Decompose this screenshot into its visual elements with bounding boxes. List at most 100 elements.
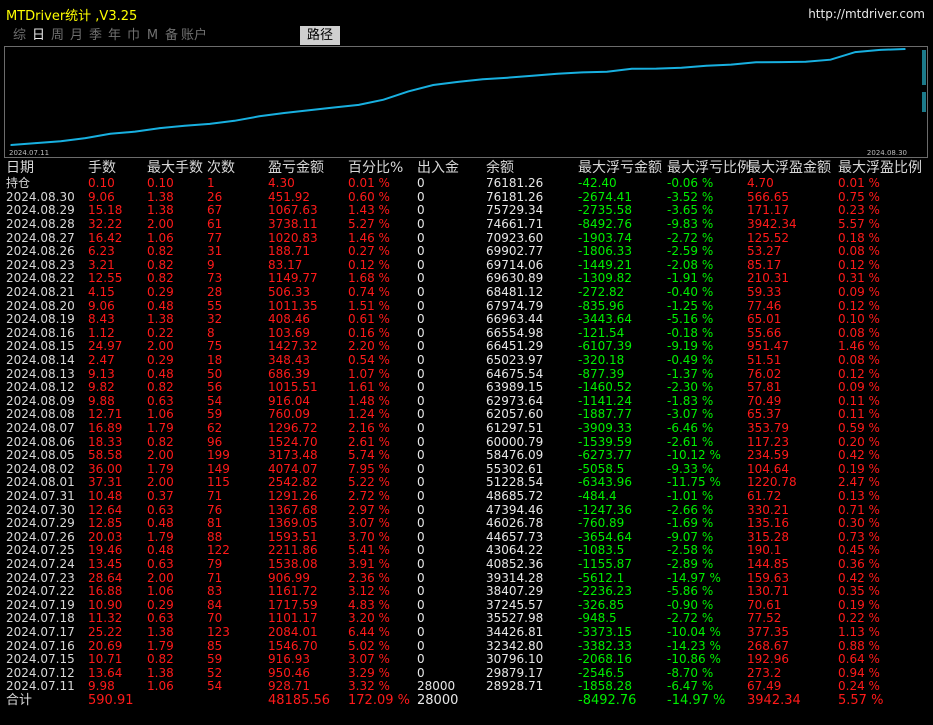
cell-max-float-profit: 65.37 [747, 407, 782, 422]
table-row[interactable]: 2024.08.28 32.22 2.00 61 3738.11 5.27 % 0 74661… [0, 217, 933, 232]
table-row[interactable]: 2024.07.16 20.69 1.79 85 1546.70 5.02 % 0 32342… [0, 638, 933, 654]
table-row[interactable]: 2024.07.23 28.64 2.00 71 906.99 2.36 % 0 39314.… [0, 571, 933, 586]
chart-end-date: 2024.08.30 [866, 149, 907, 157]
table-row[interactable]: 2024.08.30 9.06 1.38 26 451.92 0.60 % 0 76181.2… [0, 189, 933, 205]
tab-note[interactable]: 备 [162, 26, 181, 46]
table-row-total[interactable]: 合计 590.91 48185.56 172.09 % 28000 -8492.76 -14… [0, 694, 933, 708]
table-row[interactable]: 2024.08.02 36.00 1.79 149 4074.07 7.95 % 0 5530… [0, 462, 933, 477]
table-row[interactable]: 2024.07.18 11.32 0.63 70 1101.17 3.20 % 0 35527… [0, 612, 933, 626]
cell-max-lots: 0.82 [147, 271, 174, 286]
table-row[interactable]: 2024.08.16 1.12 0.22 8 103.69 0.16 % 0 66554.98… [0, 325, 933, 341]
tab-summary[interactable]: 综 [10, 26, 29, 46]
cell-pnl: 348.43 [268, 353, 310, 367]
table-row[interactable]: 2024.07.19 10.90 0.29 84 1717.59 4.83 % 0 37245… [0, 597, 933, 613]
table-row[interactable]: 2024.07.17 25.22 1.38 123 2084.01 6.44 % 0 3442… [0, 625, 933, 640]
table-row[interactable]: 2024.08.26 6.23 0.82 31 188.71 0.27 % 0 69902.7… [0, 245, 933, 259]
table-row[interactable]: 2024.08.29 15.18 1.38 67 1067.63 1.43 % 0 75729… [0, 204, 933, 218]
table-row[interactable]: 2024.08.12 9.82 0.82 56 1015.51 1.61 % 0 63989.… [0, 381, 933, 395]
cell-count: 56 [207, 380, 223, 395]
cell-max-lots: 2.00 [147, 339, 174, 354]
table-row[interactable]: 2024.08.05 58.58 2.00 199 3173.48 5.74 % 0 5847… [0, 449, 933, 463]
chart-scrollbar-top[interactable] [922, 50, 926, 85]
table-row[interactable]: 2024.08.15 24.97 2.00 75 1427.32 2.20 % 0 66451… [0, 340, 933, 354]
table-row[interactable]: 2024.08.27 16.42 1.06 77 1020.83 1.46 % 0 70923… [0, 231, 933, 246]
table-row[interactable]: 2024.08.09 9.88 0.63 54 916.04 1.48 % 0 62973.6… [0, 393, 933, 409]
tab-quarter[interactable]: 季 [86, 26, 105, 46]
cell-pnl: 103.69 [268, 325, 310, 340]
table-row[interactable]: 2024.07.11 9.98 1.06 54 928.71 3.32 % 28000 289… [0, 680, 933, 694]
table-row-holding[interactable]: 持仓 0.10 0.10 1 4.30 0.01 % 0 76181.26 -42.40 -0.0… [0, 177, 933, 191]
cell-balance: 44657.73 [486, 529, 544, 544]
balance-point [680, 66, 683, 69]
cell-lots: 15.18 [88, 203, 123, 218]
cell-pnl: 4.30 [268, 176, 295, 191]
cell-pnl: 48185.56 [268, 693, 331, 708]
table-row[interactable]: 2024.07.30 12.64 0.63 76 1367.68 2.97 % 0 47394… [0, 502, 933, 518]
tab-symbol[interactable]: 巾 [124, 26, 143, 46]
table-row[interactable]: 2024.07.25 19.46 0.48 122 2211.86 5.41 % 0 4306… [0, 544, 933, 558]
cell-max-float-loss-pct: -2.58 % [667, 543, 714, 558]
website-link[interactable]: http://mtdriver.com [808, 7, 925, 21]
cell-balance: 47394.46 [486, 502, 544, 517]
chart-scrollbar-bottom[interactable] [922, 92, 926, 112]
cell-max-float-profit-pct: 0.59 % [838, 421, 880, 435]
balance-point [581, 71, 583, 74]
cell-max-float-loss-pct: -3.52 % [667, 189, 714, 204]
cell-deposit: 0 [417, 176, 425, 191]
cell-max-float-loss: -948.5 [578, 611, 617, 626]
cell-max-float-loss-pct: -8.70 % [667, 665, 714, 680]
tab-path[interactable]: 路径 [300, 26, 340, 45]
cell-max-float-profit: 234.59 [747, 448, 789, 463]
cell-date: 2024.07.16 [6, 638, 75, 653]
table-row[interactable]: 2024.08.08 12.71 1.06 59 760.09 1.24 % 0 62057.… [0, 408, 933, 422]
table-row[interactable]: 2024.08.06 18.33 0.82 96 1524.70 2.61 % 0 60000… [0, 435, 933, 450]
balance-point [482, 78, 484, 80]
tab-magic[interactable]: M [143, 26, 162, 46]
balance-point [233, 120, 236, 122]
cell-max-float-loss-pct: -3.07 % [667, 407, 714, 422]
cell-max-float-profit-pct: 0.94 % [838, 665, 880, 680]
cell-date: 2024.07.26 [6, 529, 75, 544]
tab-day[interactable]: 日 [29, 26, 48, 46]
table-row[interactable]: 2024.08.21 4.15 0.29 28 506.33 0.74 % 0 68481.1… [0, 285, 933, 300]
cell-percent: 0.74 % [348, 285, 390, 299]
chart-start-date: 2024.07.11 [9, 149, 50, 157]
cell-balance: 66451.29 [486, 339, 544, 354]
cell-max-float-profit-pct: 0.08 % [838, 353, 880, 367]
cell-max-float-profit-pct: 2.47 % [838, 475, 880, 490]
table-row[interactable]: 2024.07.29 12.85 0.48 81 1369.05 3.07 % 0 46026… [0, 517, 933, 531]
cell-max-lots: 2.00 [147, 217, 174, 231]
tab-account[interactable]: 账户 [181, 26, 221, 46]
cell-count: 54 [207, 393, 223, 408]
table-row[interactable]: 2024.07.22 16.88 1.06 83 1161.72 3.12 % 0 38407… [0, 585, 933, 599]
cell-percent: 5.74 % [348, 448, 390, 463]
table-row[interactable]: 2024.08.19 8.43 1.38 32 408.46 0.61 % 0 66963.4… [0, 313, 933, 327]
table-row[interactable]: 2024.08.23 3.21 0.82 9 83.17 0.12 % 0 69714.06 -… [0, 258, 933, 273]
cell-deposit: 0 [417, 529, 425, 544]
table-row[interactable]: 2024.07.24 13.45 0.63 79 1538.08 3.91 % 0 40852… [0, 557, 933, 572]
table-row[interactable]: 2024.08.20 9.06 0.48 55 1011.35 1.51 % 0 67974.… [0, 298, 933, 314]
cell-balance: 63989.15 [486, 380, 544, 395]
table-header[interactable]: 日期 手数 最大手数 次数 盈亏金额 百分比% 出入金 余额 最大浮亏金额 最大浮亏比例 最大浮盈金… [0, 159, 933, 176]
cell-count: 88 [207, 529, 223, 544]
cell-lots: 20.03 [88, 529, 123, 544]
table-row[interactable]: 2024.07.31 10.48 0.37 71 1291.26 2.72 % 0 48685… [0, 489, 933, 504]
table-row[interactable]: 2024.08.01 37.31 2.00 115 2542.82 5.22 % 0 5122… [0, 476, 933, 490]
table-row[interactable]: 2024.07.15 10.71 0.82 59 916.93 3.07 % 0 30796.… [0, 653, 933, 667]
table-row[interactable]: 2024.07.12 13.64 1.38 52 950.46 3.29 % 0 29879.… [0, 665, 933, 681]
cell-max-lots: 1.38 [147, 203, 174, 218]
tab-year[interactable]: 年 [105, 26, 124, 46]
cell-max-float-profit: 67.49 [747, 679, 782, 694]
table-row[interactable]: 2024.07.26 20.03 1.79 88 1593.51 3.70 % 0 44657… [0, 529, 933, 545]
cell-date: 2024.08.20 [6, 298, 75, 313]
table-row[interactable]: 2024.08.22 12.55 0.82 73 1149.77 1.68 % 0 69630… [0, 272, 933, 286]
cell-date: 2024.07.24 [6, 557, 75, 571]
cell-balance: 37245.57 [486, 597, 544, 612]
cell-balance: 66963.44 [486, 312, 544, 327]
tab-month[interactable]: 月 [67, 26, 86, 46]
table-row[interactable]: 2024.08.13 9.13 0.48 50 686.39 1.07 % 0 64675.5… [0, 367, 933, 382]
tab-week[interactable]: 周 [48, 26, 67, 46]
cell-max-float-profit: 3942.34 [747, 217, 797, 231]
table-row[interactable]: 2024.08.07 16.89 1.79 62 1296.72 2.16 % 0 61297… [0, 421, 933, 436]
table-row[interactable]: 2024.08.14 2.47 0.29 18 348.43 0.54 % 0 65023.9… [0, 353, 933, 368]
